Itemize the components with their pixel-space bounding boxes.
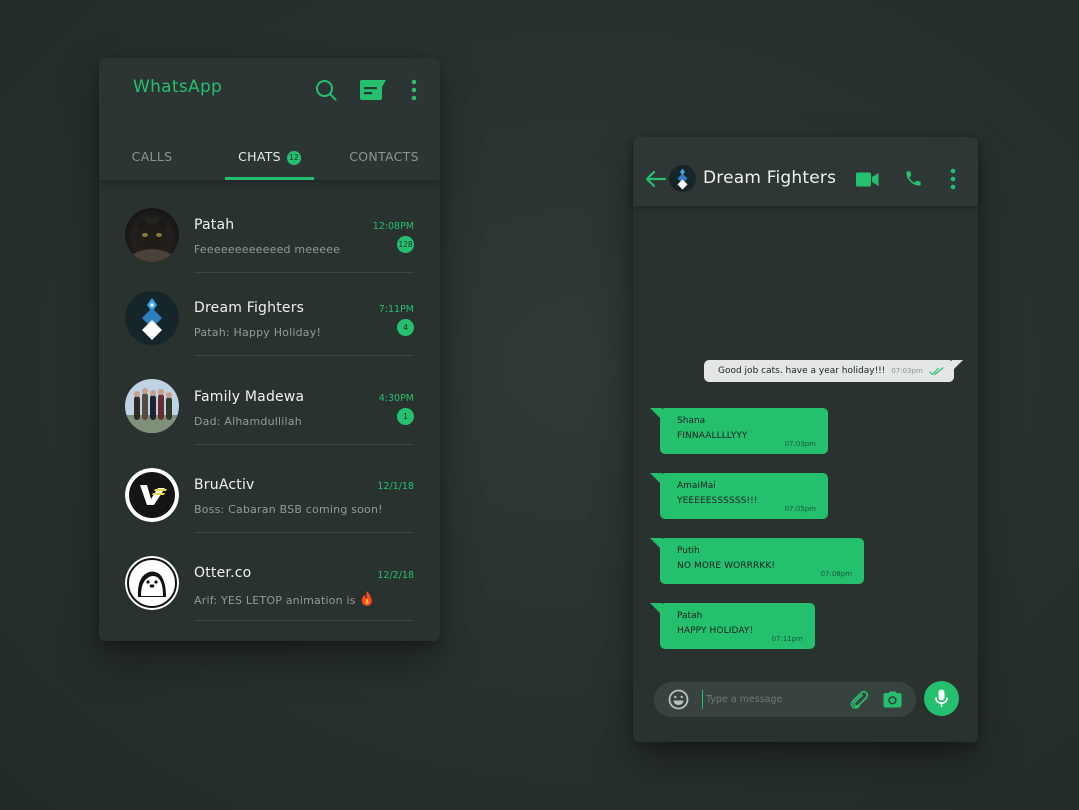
tab-contacts-label: CONTACTS <box>349 149 419 164</box>
message-sender: Patah <box>677 611 703 621</box>
incoming-message[interactable]: Shana FINNAALLLLYYY 07:03pm <box>650 408 828 454</box>
message-sender: Shana <box>677 416 706 426</box>
chat-time: 12:08PM <box>372 221 414 232</box>
chat-preview: Patah: Happy Holiday! <box>194 326 322 339</box>
chat-row-patah[interactable]: Patah Feeeeeeeeeeeed meeeee 12:08PM 128 <box>99 204 440 292</box>
message-time: 07:08pm <box>820 570 852 578</box>
chat-row-bruactiv[interactable]: BruActiv Boss: Cabaran BSB coming soon! … <box>99 465 440 553</box>
camera-icon[interactable] <box>883 691 902 708</box>
bubble-tail <box>650 538 662 550</box>
tab-chats[interactable]: CHATS 12 <box>209 146 330 180</box>
chat-row-dream-fighters[interactable]: Dream Fighters Patah: Happy Holiday! 7:1… <box>99 288 440 376</box>
chat-time: 12/2/18 <box>377 570 414 581</box>
chat-preview: Feeeeeeeeeeeed meeeee <box>194 243 341 256</box>
tab-chats-badge: 12 <box>286 151 301 165</box>
message-sender: AmaiMai <box>677 481 716 491</box>
incoming-message[interactable]: Putih NO MORE WORRRKK! 07:08pm <box>650 538 864 584</box>
tab-bar: CALLS CHATS 12 CONTACTS <box>99 146 440 180</box>
outgoing-message[interactable]: Good job cats. have a year holiday!!! 07… <box>704 360 963 382</box>
message-text: HAPPY HOLIDAY! <box>677 626 754 636</box>
message-text: YEEEEESSSSSS!!! <box>677 496 758 506</box>
bubble-tail <box>650 408 662 420</box>
message-time: 07:11pm <box>771 635 803 643</box>
message-text: NO MORE WORRRKK! <box>677 561 776 571</box>
avatar <box>125 379 179 433</box>
conversation-header: Dream Fighters <box>633 137 978 206</box>
chat-preview-text: Arif: YES LETOP animation is <box>194 594 356 607</box>
avatar <box>125 208 179 262</box>
chat-name: BruActiv <box>194 477 255 493</box>
message-text: FINNAALLLLYYY <box>677 431 748 441</box>
chat-row-otter[interactable]: Otter.co Arif: YES LETOP animation is 12… <box>99 554 440 641</box>
chat-name: Family Madewa <box>194 389 305 405</box>
double-check-icon <box>929 366 944 375</box>
chat-preview: Dad: Alhamdullilah <box>194 415 302 428</box>
divider <box>194 532 414 533</box>
message-text: Good job cats. have a year holiday!!! <box>718 366 886 376</box>
divider <box>194 620 414 621</box>
message-time: 07:05pm <box>784 505 816 513</box>
message-sender: Putih <box>677 546 700 556</box>
chat-name: Patah <box>194 217 235 233</box>
more-vert-icon[interactable] <box>410 79 418 101</box>
microphone-icon <box>935 689 948 707</box>
chat-preview: Arif: YES LETOP animation is <box>194 591 373 607</box>
chat-preview: Boss: Cabaran BSB coming soon! <box>194 503 383 516</box>
chat-time: 4:30PM <box>378 393 414 404</box>
unread-badge: 1 <box>397 408 414 425</box>
avatar <box>125 556 179 610</box>
chat-time: 7:11PM <box>378 304 414 315</box>
app-title: WhatsApp <box>133 77 223 97</box>
chat-row-family-madewa[interactable]: Family Madewa Dad: Alhamdullilah 4:30PM … <box>99 376 440 464</box>
tab-calls-label: CALLS <box>131 149 173 164</box>
chat-time: 12/1/18 <box>377 481 414 492</box>
voice-message-button[interactable] <box>924 681 959 716</box>
back-arrow-icon[interactable] <box>645 170 667 188</box>
bubble-tail <box>650 473 662 485</box>
divider <box>194 272 414 273</box>
message-time: 07:03pm <box>891 367 923 375</box>
video-call-icon[interactable] <box>856 172 879 187</box>
new-chat-icon[interactable] <box>358 79 388 102</box>
incoming-message[interactable]: Patah HAPPY HOLIDAY! 07:11pm <box>650 603 815 649</box>
divider <box>194 355 414 356</box>
divider <box>194 444 414 445</box>
avatar <box>125 291 179 345</box>
avatar <box>125 468 179 522</box>
active-tab-indicator <box>225 177 314 180</box>
bubble-tail <box>650 603 662 615</box>
list-header: WhatsApp CALLS CHATS 12 CONTACTS <box>99 58 440 180</box>
chat-list-panel: WhatsApp CALLS CHATS 12 CONTACTS Patah F… <box>99 58 440 641</box>
tab-contacts[interactable]: CONTACTS <box>330 146 438 180</box>
unread-badge: 4 <box>397 319 414 336</box>
conversation-title: Dream Fighters <box>703 168 837 188</box>
avatar <box>669 165 696 192</box>
search-icon[interactable] <box>315 79 337 101</box>
tab-chats-label: CHATS <box>238 149 281 164</box>
attach-icon[interactable] <box>849 690 869 709</box>
bubble-tail <box>951 360 963 371</box>
chat-name: Dream Fighters <box>194 300 305 316</box>
tab-calls[interactable]: CALLS <box>99 146 205 180</box>
message-input[interactable] <box>702 690 842 709</box>
phone-icon[interactable] <box>904 169 923 188</box>
unread-badge: 128 <box>397 236 414 253</box>
chat-name: Otter.co <box>194 565 252 581</box>
message-composer <box>654 682 916 717</box>
fire-icon <box>362 591 373 606</box>
emoji-icon[interactable] <box>668 689 689 710</box>
conversation-panel: Dream Fighters Good job cats. have a yea… <box>633 137 978 742</box>
more-vert-icon[interactable] <box>949 168 957 190</box>
incoming-message[interactable]: AmaiMai YEEEEESSSSSS!!! 07:05pm <box>650 473 828 519</box>
message-time: 07:03pm <box>784 440 816 448</box>
